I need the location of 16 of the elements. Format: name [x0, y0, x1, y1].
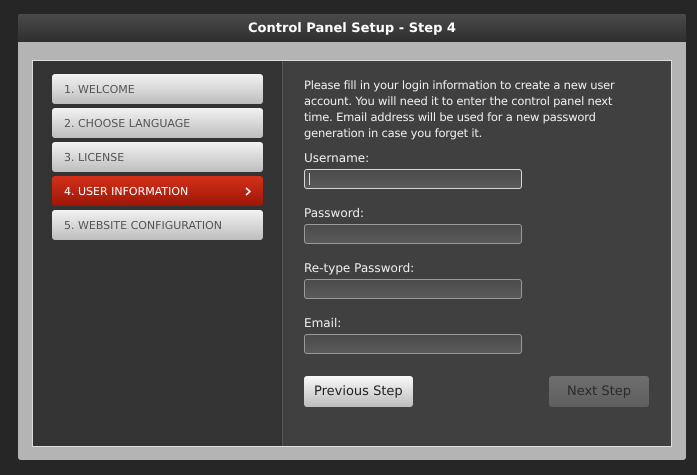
- field-label: Password:: [304, 206, 366, 220]
- window-title: Control Panel Setup - Step 4: [18, 14, 686, 42]
- step-item[interactable]: 3. LICENSE: [52, 142, 263, 172]
- step-item[interactable]: 1. WELCOME: [52, 74, 263, 104]
- field-label: Re-type Password:: [304, 261, 416, 275]
- input-field[interactable]: [304, 279, 522, 299]
- step-item[interactable]: 4. USER INFORMATION: [52, 176, 263, 206]
- field-label: Email:: [304, 316, 342, 330]
- step-item[interactable]: 5. WEBSITE CONFIGURATION: [52, 210, 263, 240]
- field-label: Username:: [304, 151, 370, 165]
- intro-text: Please fill in your login information to create a new user account. You will need it to enter the control panel next time. Email address will be used for a new password generation in case you forget it.: [304, 77, 616, 141]
- step-item[interactable]: 2. CHOOSE LANGUAGE: [52, 108, 263, 138]
- previous-button[interactable]: Previous Step: [304, 376, 413, 407]
- input-field[interactable]: [304, 224, 522, 244]
- input-field[interactable]: [304, 334, 522, 354]
- chevron-icon: [245, 186, 251, 196]
